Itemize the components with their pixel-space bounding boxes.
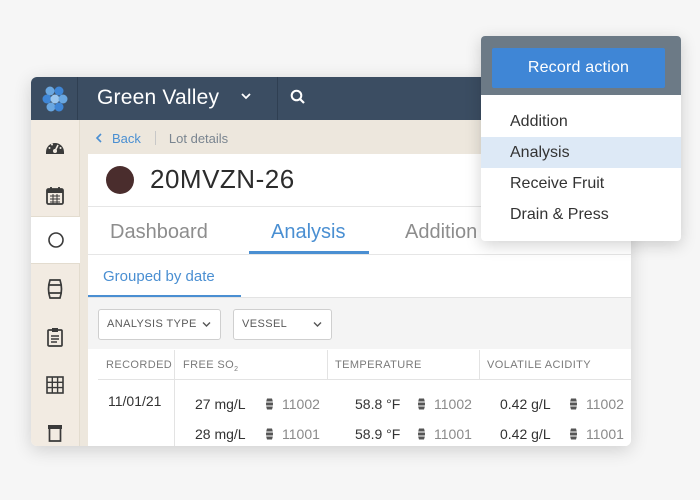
barrel-icon (47, 279, 63, 299)
gauge-icon (46, 143, 64, 154)
calendar-icon (46, 186, 64, 205)
barrel-icon (418, 398, 425, 410)
logo[interactable] (31, 77, 78, 120)
barrel-icon (266, 428, 273, 440)
vessel-link[interactable]: 11001 (265, 425, 320, 443)
vessel-link[interactable]: 11002 (265, 395, 320, 413)
record-action-header: Record action (481, 36, 681, 95)
column-divider (174, 380, 175, 446)
menu-item-receive-fruit[interactable]: Receive Fruit (481, 168, 681, 199)
sidebar-item-work-orders[interactable] (31, 313, 79, 361)
menu-item-analysis[interactable]: Analysis (481, 137, 681, 168)
tab-dashboard[interactable]: Dashboard (110, 219, 208, 245)
vessel-code: 11002 (586, 396, 624, 412)
clipboard-icon (47, 328, 63, 347)
vessel-code: 11001 (282, 426, 320, 442)
free-so2-value: 28 mg/L (195, 426, 246, 442)
volatile-acidity-value: 0.42 g/L (500, 426, 551, 442)
search-icon (290, 89, 305, 104)
volatile-acidity-value: 0.42 g/L (500, 396, 551, 412)
column-header-free-so2: FREE SO2 (175, 350, 327, 380)
filter-bar: ANALYSIS TYPE VESSEL (88, 297, 631, 349)
divider (88, 254, 631, 255)
recorded-date: 11/01/21 (108, 393, 162, 409)
vessel-filter-label: VESSEL (242, 318, 288, 330)
vessel-code: 11002 (282, 396, 320, 412)
vessel-code: 11002 (434, 396, 472, 412)
vessel-code: 11001 (586, 426, 624, 442)
search-button[interactable] (277, 77, 337, 120)
sidebar-item-lots[interactable] (31, 216, 80, 264)
column-header-volatile-acidity: VOLATILE ACIDITY (479, 350, 631, 380)
sidebar-item-archive[interactable] (31, 409, 79, 446)
tab-addition[interactable]: Addition (405, 219, 477, 245)
vessel-code: 11001 (434, 426, 472, 442)
chevron-down-icon (202, 322, 211, 327)
chevron-down-icon (313, 322, 322, 327)
breadcrumb-current: Lot details (168, 130, 229, 146)
lot-title: 20MVZN-26 (150, 164, 295, 194)
back-label: Back (112, 130, 141, 146)
breadcrumb-divider (154, 131, 156, 145)
column-header-recorded: RECORDED (98, 350, 175, 380)
lot-color-swatch (106, 166, 134, 194)
barrel-icon (570, 428, 577, 440)
chevron-left-icon (95, 133, 102, 143)
menu-item-drain-press[interactable]: Drain & Press (481, 199, 681, 230)
sidebar-item-calendar[interactable] (31, 171, 79, 219)
barrel-icon (570, 398, 577, 410)
grape-logo-icon (42, 86, 68, 112)
circle-icon (47, 232, 64, 248)
column-header-temperature: TEMPERATURE (327, 350, 479, 380)
temperature-value: 58.9 °F (355, 426, 401, 442)
chevron-down-icon[interactable] (240, 90, 252, 102)
analysis-type-filter[interactable]: ANALYSIS TYPE (98, 309, 221, 340)
menu-item-addition[interactable]: Addition (481, 106, 681, 137)
tab-analysis[interactable]: Analysis (271, 219, 345, 245)
vessel-filter[interactable]: VESSEL (233, 309, 332, 340)
barrel-icon (418, 428, 425, 440)
subscript-two: 2 (234, 366, 239, 374)
analysis-table: RECORDED FREE SO2 TEMPERATURE VOLATILE A… (98, 350, 631, 446)
temperature-value: 58.8 °F (355, 396, 401, 412)
barrel-icon (266, 398, 273, 410)
vessel-link[interactable]: 11001 (417, 425, 472, 443)
vessel-link[interactable]: 11002 (569, 395, 624, 413)
vessel-link[interactable]: 11002 (417, 395, 472, 413)
sidebar (31, 120, 80, 446)
sidebar-item-dashboard[interactable] (31, 123, 79, 171)
free-so2-value: 27 mg/L (195, 396, 246, 412)
sidebar-item-reports[interactable] (31, 361, 79, 409)
analysis-type-label: ANALYSIS TYPE (107, 318, 197, 330)
record-action-button[interactable]: Record action (492, 48, 665, 88)
record-action-menu: Record action Addition Analysis Receive … (481, 36, 681, 241)
winery-switcher[interactable]: Green Valley (97, 85, 219, 111)
breadcrumb: Back Lot details (95, 129, 228, 147)
vessel-link[interactable]: 11001 (569, 425, 624, 443)
grid-icon (46, 376, 64, 394)
back-link[interactable]: Back (95, 131, 141, 146)
sidebar-item-vessels[interactable] (31, 265, 79, 313)
subtab-grouped-by-date[interactable]: Grouped by date (103, 267, 215, 287)
bin-icon (48, 425, 62, 442)
free-so-label: FREE SO (183, 359, 235, 371)
